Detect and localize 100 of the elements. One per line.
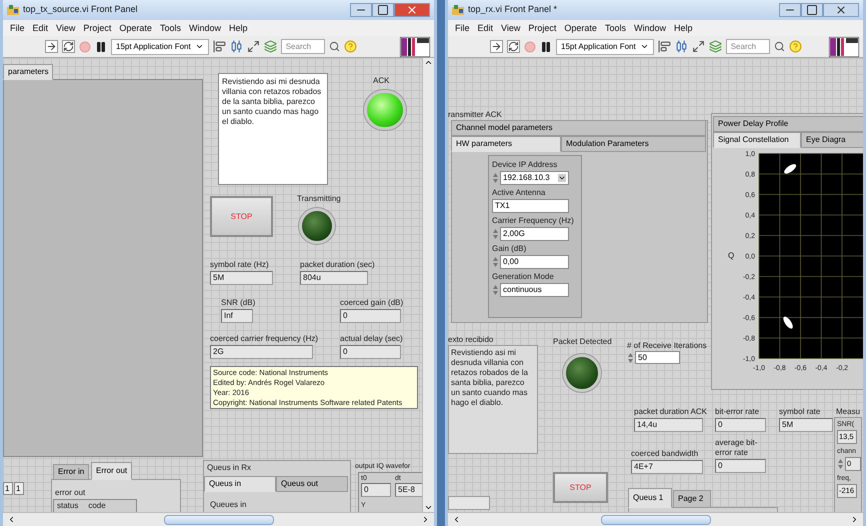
horizontal-scrollbar[interactable] bbox=[448, 512, 863, 526]
close-icon[interactable] bbox=[823, 3, 859, 17]
close-icon[interactable] bbox=[394, 3, 430, 17]
field-label: Carrier Frequency (Hz) bbox=[492, 216, 575, 226]
data-point bbox=[784, 164, 796, 174]
minimize-icon[interactable] bbox=[779, 3, 801, 17]
caret-icon bbox=[558, 174, 566, 182]
maximize-icon[interactable] bbox=[372, 3, 394, 17]
scroll-up-icon[interactable] bbox=[424, 58, 433, 67]
run-icon[interactable] bbox=[45, 40, 58, 53]
indicator-field: 14,4u bbox=[634, 418, 703, 432]
scroll-right-icon[interactable] bbox=[421, 515, 430, 524]
field-label: # of Receive Iterations bbox=[627, 341, 707, 351]
field-label: Generation Mode bbox=[492, 272, 555, 282]
pause-icon[interactable] bbox=[95, 40, 107, 52]
search-field[interactable]: Search bbox=[280, 39, 325, 54]
column-label: code bbox=[88, 500, 106, 512]
menu-item[interactable]: Help bbox=[226, 21, 250, 35]
menu-item[interactable]: Edit bbox=[30, 21, 52, 35]
tab[interactable]: Power Delay Profile bbox=[713, 116, 863, 132]
pause-icon[interactable] bbox=[540, 40, 552, 52]
indicator-field: 0 bbox=[361, 483, 391, 497]
distribute-icon[interactable] bbox=[674, 40, 688, 53]
tab[interactable]: Error in bbox=[53, 464, 90, 480]
menu-item[interactable]: Project bbox=[525, 21, 560, 35]
indicator-field: 4E+7 bbox=[631, 460, 703, 474]
menu-item[interactable]: Operate bbox=[561, 21, 600, 35]
dropdown-field[interactable]: 192.168.10.3 bbox=[500, 171, 569, 185]
index-field[interactable]: 1 bbox=[14, 482, 24, 495]
scroll-thumb[interactable] bbox=[164, 514, 274, 524]
tab[interactable]: Page 2 bbox=[673, 490, 711, 508]
tab[interactable]: Modulation Parameters bbox=[561, 136, 706, 152]
horizontal-scrollbar[interactable] bbox=[3, 512, 434, 526]
vertical-scrollbar[interactable] bbox=[422, 58, 434, 512]
menu-item[interactable]: Help bbox=[670, 21, 696, 35]
indicator-field: 0 bbox=[715, 418, 766, 432]
tab[interactable]: Queus 1 bbox=[628, 488, 672, 508]
minimize-icon[interactable] bbox=[350, 3, 372, 17]
increment-arrows-icon[interactable] bbox=[627, 352, 634, 364]
menu-item[interactable]: Window bbox=[186, 21, 224, 35]
search-icon[interactable] bbox=[328, 41, 340, 52]
window-title: top_tx_source.vi Front Panel bbox=[23, 3, 138, 16]
input-field[interactable]: 2,00G bbox=[500, 227, 569, 241]
menu-item[interactable]: Edit bbox=[474, 21, 496, 35]
menu-item[interactable]: File bbox=[452, 21, 473, 35]
field-label: packet duration (sec) bbox=[300, 260, 375, 270]
resize-icon[interactable] bbox=[692, 40, 705, 53]
input-field[interactable]: 0,00 bbox=[500, 255, 569, 269]
window-title: top_rx.vi Front Panel * bbox=[468, 3, 558, 16]
input-field[interactable]: TX1 bbox=[492, 199, 569, 213]
field-label: actual delay (sec) bbox=[340, 334, 403, 344]
input-field[interactable]: continuous bbox=[500, 283, 569, 297]
tab[interactable]: HW parameters bbox=[451, 136, 561, 152]
search-icon[interactable] bbox=[774, 41, 785, 52]
resize-icon[interactable] bbox=[246, 40, 260, 53]
menu-item[interactable]: Window bbox=[630, 21, 669, 35]
run-continuously-icon[interactable] bbox=[62, 40, 75, 53]
scroll-thumb[interactable] bbox=[600, 514, 710, 524]
align-icon[interactable] bbox=[212, 40, 226, 53]
menu-item[interactable]: View bbox=[53, 21, 78, 35]
tab[interactable]: Signal Constellation bbox=[713, 132, 801, 148]
menu-item[interactable]: Operate bbox=[116, 21, 155, 35]
indicator-field: 2G bbox=[210, 345, 313, 359]
tab[interactable]: Eye Diagra bbox=[801, 132, 863, 148]
tab[interactable]: Queus out bbox=[276, 476, 348, 492]
align-icon[interactable] bbox=[658, 40, 671, 53]
scroll-right-icon[interactable] bbox=[850, 515, 859, 524]
app-icon bbox=[7, 5, 19, 15]
input-field[interactable]: 50 bbox=[635, 351, 680, 364]
tab[interactable]: parameters bbox=[3, 64, 54, 80]
field-label: symbol rate (Hz) bbox=[210, 260, 270, 270]
indicator-field: 5E-8 bbox=[395, 483, 422, 497]
menu-item[interactable]: File bbox=[7, 21, 28, 35]
scroll-down-icon[interactable] bbox=[424, 503, 433, 512]
font-dropdown[interactable]: 15pt Application Font bbox=[556, 38, 654, 54]
field-label: average bit-error rate bbox=[715, 438, 758, 458]
menu-item[interactable]: Tools bbox=[156, 21, 184, 35]
scroll-left-icon[interactable] bbox=[7, 515, 16, 524]
field-label: bit-error rate bbox=[715, 407, 760, 417]
tab[interactable]: Queus in bbox=[204, 476, 276, 492]
tab[interactable]: Channel model parameters bbox=[451, 120, 706, 136]
indicator-field: 5M bbox=[210, 271, 273, 285]
index-field[interactable]: 1 bbox=[3, 482, 13, 495]
scroll-left-icon[interactable] bbox=[452, 515, 461, 524]
cluster-label: Measu bbox=[836, 407, 860, 417]
search-field[interactable]: Search bbox=[726, 39, 770, 54]
maximize-icon[interactable] bbox=[801, 3, 823, 17]
increment-arrows-icon[interactable] bbox=[837, 458, 844, 470]
reorder-icon[interactable] bbox=[264, 40, 277, 53]
reorder-icon[interactable] bbox=[708, 40, 722, 53]
led-label: Transmitting bbox=[297, 194, 341, 204]
menu-item[interactable]: View bbox=[498, 21, 524, 35]
menu-item[interactable]: Project bbox=[80, 21, 114, 35]
field-label: SNR (dB) bbox=[221, 298, 256, 308]
tab[interactable]: Error out bbox=[91, 462, 132, 480]
menu-item[interactable]: Tools bbox=[602, 21, 629, 35]
run-icon[interactable] bbox=[490, 40, 503, 53]
font-dropdown[interactable]: 15pt Application Font bbox=[111, 38, 209, 54]
run-continuously-icon[interactable] bbox=[507, 40, 520, 53]
distribute-icon[interactable] bbox=[230, 40, 243, 53]
